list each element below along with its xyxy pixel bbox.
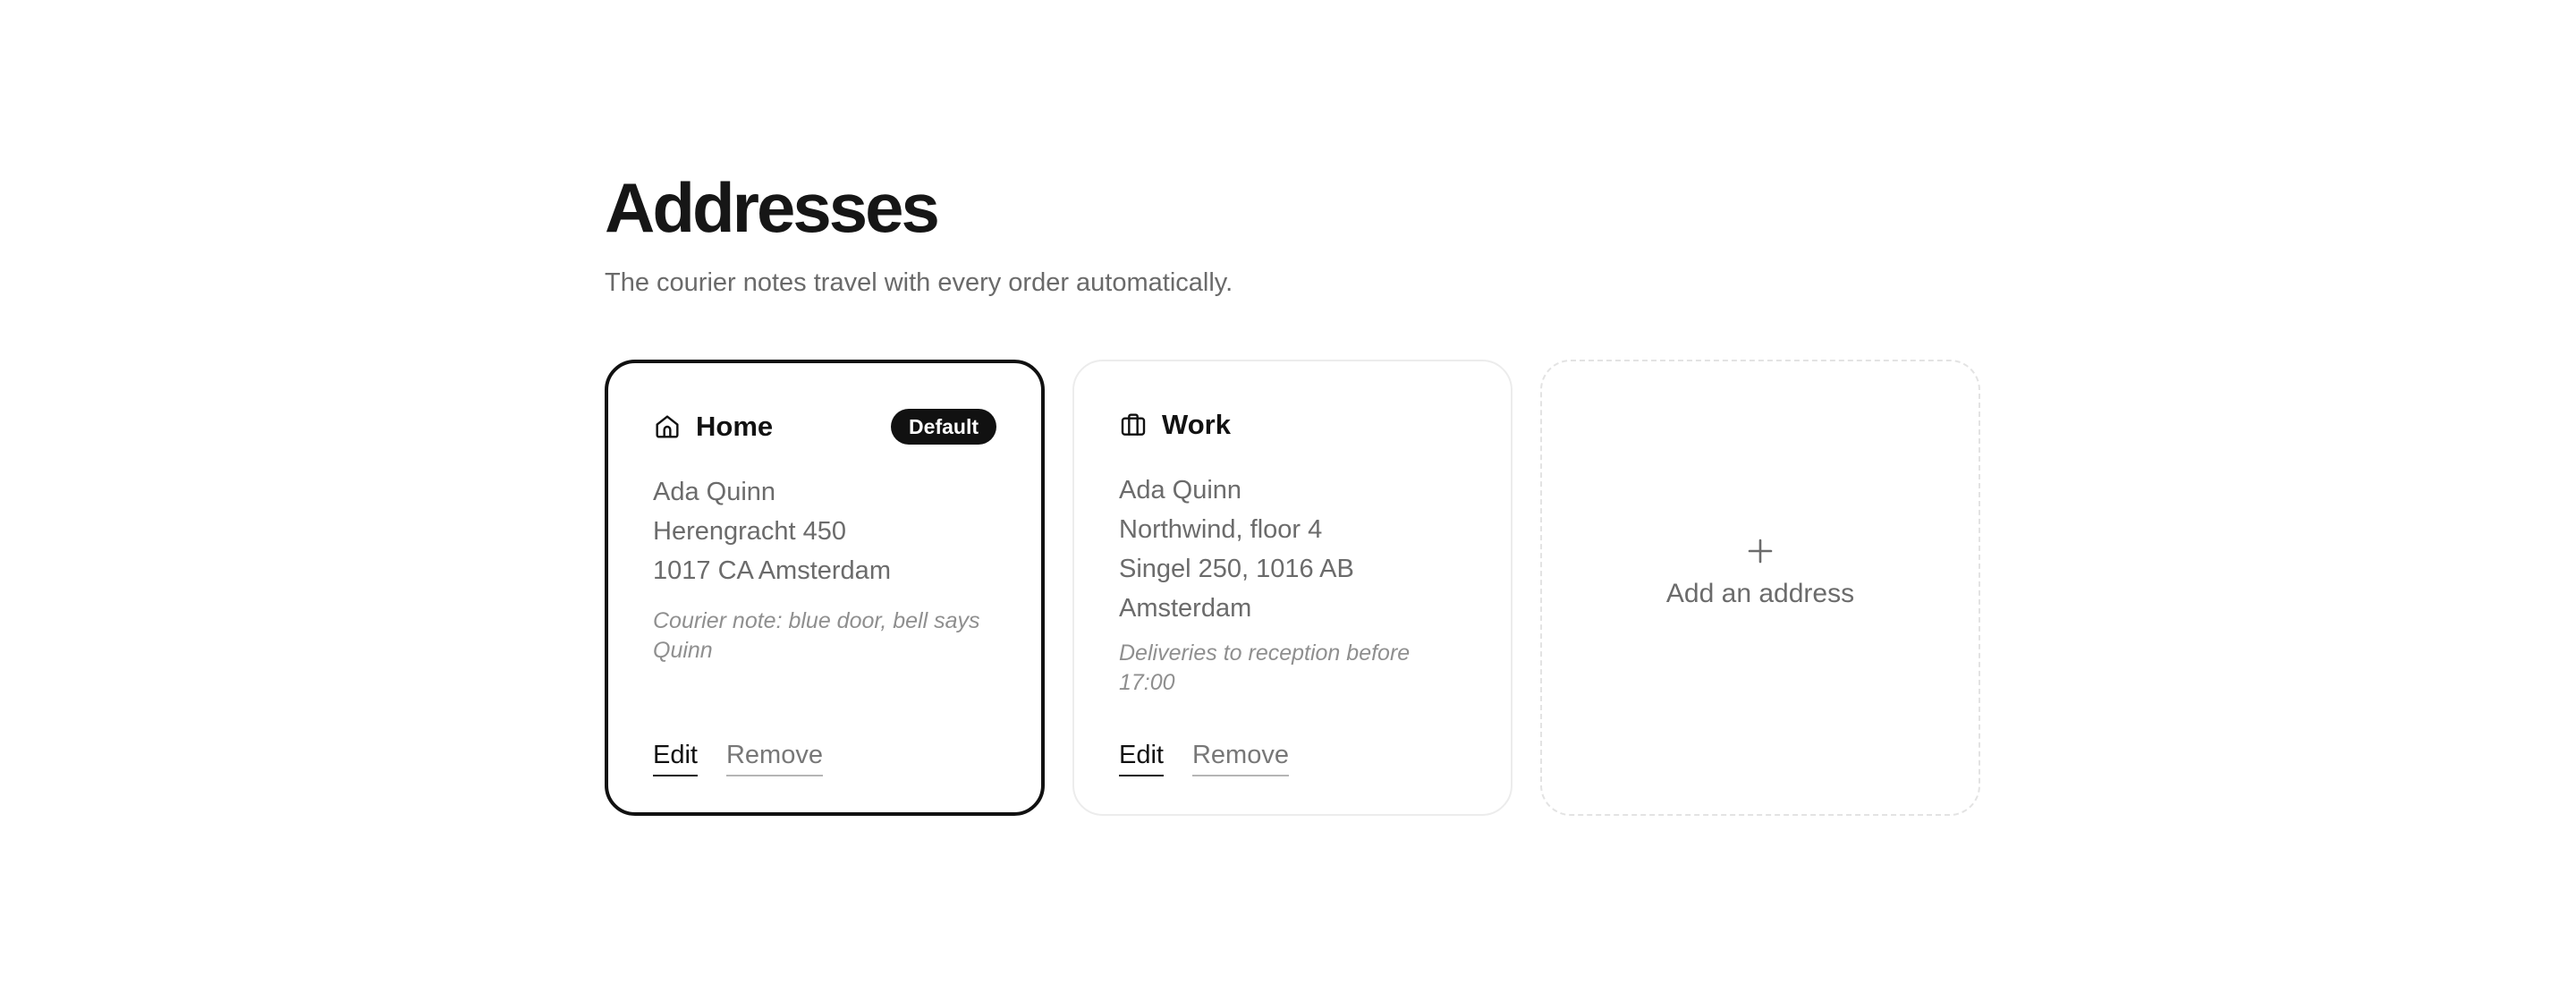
address-lines: Ada Quinn Herengracht 450 1017 CA Amster… (653, 472, 1005, 590)
address-card-home[interactable]: Home Default Ada Quinn Herengracht 450 1… (605, 360, 1045, 816)
address-line-street: Singel 250, 1016 AB (1119, 555, 1354, 583)
address-line-city: 1017 CA Amsterdam (653, 556, 891, 585)
home-icon (653, 412, 682, 441)
add-address-button[interactable]: Add an address (1540, 360, 1980, 816)
address-card-actions: Edit Remove (653, 737, 823, 776)
briefcase-icon (1119, 411, 1148, 439)
edit-link[interactable]: Edit (653, 737, 698, 776)
courier-note: Deliveries to reception before 17:00 (1119, 640, 1411, 695)
page-title: Addresses (605, 168, 940, 247)
add-address-label: Add an address (1665, 579, 1855, 608)
address-card-work[interactable]: Work Ada Quinn Northwind, floor 4 Singel… (1072, 360, 1513, 816)
courier-note: Courier note: blue door, bell says Quinn (653, 608, 980, 663)
address-card-header: Work (1119, 405, 1466, 445)
add-address-content: Add an address (1542, 537, 1979, 612)
address-line-city: Amsterdam (1119, 594, 1252, 623)
remove-link[interactable]: Remove (725, 737, 823, 776)
edit-link[interactable]: Edit (1119, 737, 1164, 776)
address-line-street: Herengracht 450 (653, 517, 847, 546)
address-card-actions: Edit Remove (1119, 737, 1289, 776)
default-badge: Default (891, 409, 996, 445)
address-card-title: Work (1162, 409, 1231, 440)
address-line-name: Ada Quinn (1119, 476, 1242, 505)
address-line-name: Ada Quinn (653, 478, 776, 506)
address-card-header: Home Default (653, 407, 996, 446)
address-card-title: Home (696, 411, 774, 442)
plus-icon (1746, 537, 1775, 565)
page-subtitle: The courier notes travel with every orde… (605, 268, 1233, 297)
remove-link[interactable]: Remove (1191, 737, 1289, 776)
address-line-company: Northwind, floor 4 (1119, 515, 1323, 544)
address-lines: Ada Quinn Northwind, floor 4 Singel 250,… (1119, 471, 1475, 628)
